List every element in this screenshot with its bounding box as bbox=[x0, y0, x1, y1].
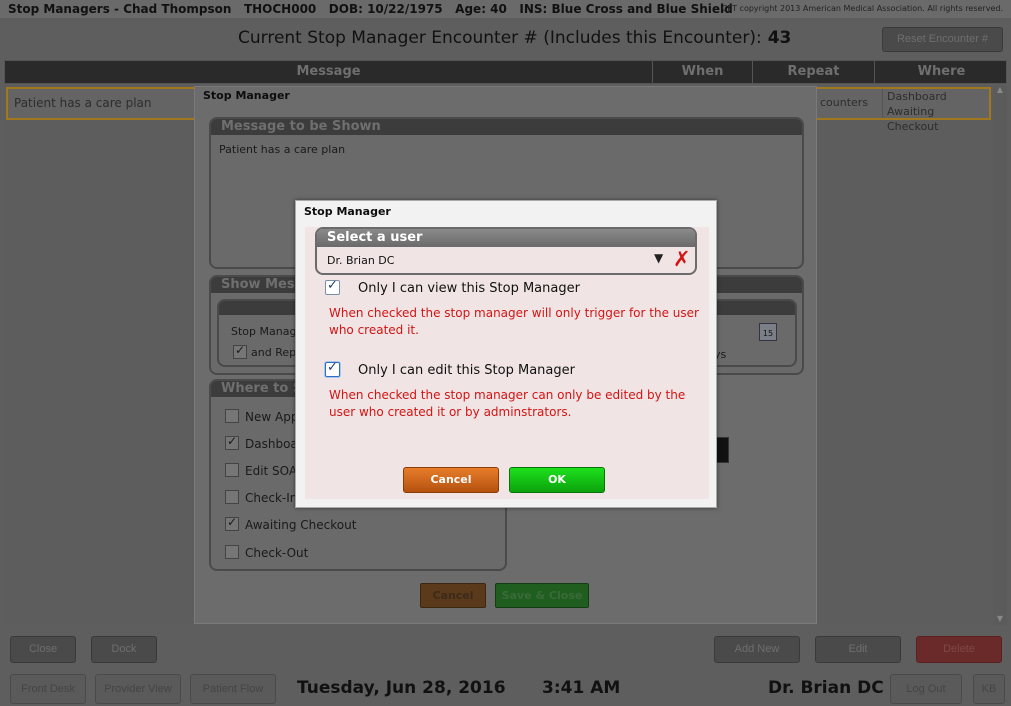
only-edit-label: Only I can edit this Stop Manager bbox=[358, 363, 575, 378]
kb-button[interactable]: KB bbox=[973, 674, 1005, 704]
reset-encounter-button[interactable]: Reset Encounter # bbox=[882, 27, 1003, 52]
add-new-button[interactable]: Add New bbox=[714, 636, 800, 663]
save-and-close-button[interactable]: Save & Close bbox=[495, 583, 589, 608]
footer-bar: Front Desk Provider View Patient Flow Tu… bbox=[0, 670, 1011, 706]
dashboard-checkbox[interactable] bbox=[225, 434, 239, 450]
select-user-dialog-title: Stop Manager bbox=[304, 205, 391, 218]
dialog-ok-button[interactable]: OK bbox=[509, 467, 605, 493]
column-header-where[interactable]: Where bbox=[875, 61, 1008, 83]
only-edit-note: When checked the stop manager can only b… bbox=[329, 388, 686, 419]
repeat-checkbox[interactable] bbox=[233, 343, 247, 359]
only-view-checkbox[interactable] bbox=[325, 278, 340, 295]
patient-flow-button[interactable]: Patient Flow bbox=[190, 674, 276, 704]
stop-manager-modal-title: Stop Manager bbox=[203, 89, 290, 102]
select-user-dialog-body: Select a user Dr. Brian DC ▼ ✗ Only I ca… bbox=[305, 227, 709, 499]
awaiting-checkout-checkbox[interactable] bbox=[225, 515, 239, 531]
check-in-label: Check-In bbox=[245, 491, 298, 505]
check-out-label: Check-Out bbox=[245, 546, 309, 560]
window-title-bar: Stop Managers - Chad Thompson THOCH000 D… bbox=[0, 0, 1011, 18]
check-out-checkbox[interactable] bbox=[225, 545, 239, 559]
front-desk-button[interactable]: Front Desk bbox=[10, 674, 86, 704]
repeat-label: and Rep bbox=[251, 346, 297, 359]
edit-button[interactable]: Edit bbox=[815, 636, 901, 663]
encounter-label: Current Stop Manager Encounter # (Includ… bbox=[238, 28, 762, 48]
clear-selection-icon[interactable]: ✗ bbox=[673, 247, 691, 271]
awaiting-checkout-label: Awaiting Checkout bbox=[245, 518, 357, 532]
log-out-button[interactable]: Log Out bbox=[890, 674, 962, 704]
column-header-when[interactable]: When bbox=[653, 61, 753, 83]
scroll-up-arrow-icon[interactable]: ▲ bbox=[993, 85, 1007, 94]
dock-button[interactable]: Dock bbox=[91, 636, 157, 663]
encounter-bar: Current Stop Manager Encounter # (Includ… bbox=[0, 18, 1011, 60]
patient-info-title: Stop Managers - Chad Thompson THOCH000 D… bbox=[8, 2, 733, 16]
edit-soap-checkbox[interactable] bbox=[225, 463, 239, 477]
current-date: Tuesday, Jun 28, 2016 bbox=[297, 678, 506, 698]
new-appointment-checkbox[interactable] bbox=[225, 409, 239, 423]
scroll-down-arrow-icon[interactable]: ▼ bbox=[993, 614, 1007, 623]
encounter-count-text: Current Stop Manager Encounter # (Includ… bbox=[238, 28, 791, 48]
cell-where: Dashboard Awaiting Checkout bbox=[882, 89, 989, 133]
check-in-checkbox[interactable] bbox=[225, 490, 239, 504]
select-user-dialog: Stop Manager Select a user Dr. Brian DC … bbox=[295, 200, 717, 508]
current-time: 3:41 AM bbox=[542, 678, 621, 698]
outer-cancel-button[interactable]: Cancel bbox=[420, 583, 486, 608]
column-header-repeat[interactable]: Repeat bbox=[753, 61, 875, 83]
table-scrollbar[interactable]: ▲ ▼ bbox=[993, 85, 1007, 625]
dropdown-arrow-icon[interactable]: ▼ bbox=[654, 251, 663, 265]
copyright-notice: CPT copyright 2013 American Medical Asso… bbox=[721, 4, 1003, 13]
user-select-box: Select a user Dr. Brian DC ▼ ✗ bbox=[315, 227, 697, 275]
stop-manager-trigger-label: Stop Manag bbox=[231, 325, 297, 338]
dialog-cancel-button[interactable]: Cancel bbox=[403, 467, 499, 493]
message-textarea[interactable]: Patient has a care plan bbox=[219, 143, 345, 156]
stop-manager-table-header: Message When Repeat Where bbox=[4, 60, 1007, 84]
provider-view-button[interactable]: Provider View bbox=[95, 674, 181, 704]
cell-where-line: Dashboard bbox=[887, 90, 947, 103]
only-view-label: Only I can view this Stop Manager bbox=[358, 281, 580, 296]
encounter-count: 43 bbox=[767, 28, 792, 48]
calendar-icon[interactable]: 15 bbox=[759, 323, 777, 341]
only-edit-checkbox[interactable] bbox=[325, 360, 340, 377]
only-view-note: When checked the stop manager will only … bbox=[329, 306, 699, 337]
cell-where-line: Awaiting Checkout bbox=[887, 105, 939, 133]
delete-button[interactable]: Delete bbox=[916, 636, 1002, 663]
current-user: Dr. Brian DC bbox=[768, 678, 884, 698]
user-select-dropdown[interactable]: Dr. Brian DC bbox=[327, 254, 394, 267]
user-select-title: Select a user bbox=[317, 229, 695, 247]
column-header-message[interactable]: Message bbox=[5, 61, 653, 83]
cell-message: Patient has a care plan bbox=[14, 96, 152, 110]
cell-repeat: counters bbox=[820, 96, 869, 109]
message-panel-title: Message to be Shown bbox=[211, 119, 802, 135]
close-button[interactable]: Close bbox=[10, 636, 76, 663]
